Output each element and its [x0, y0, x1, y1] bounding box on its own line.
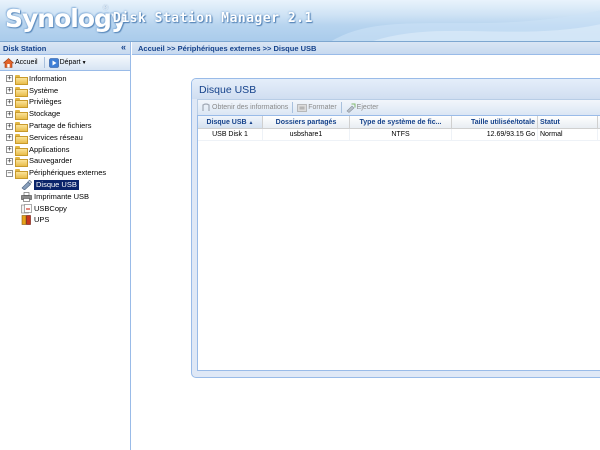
- panel-toolbar: Obtenir des informations Formater Ejecte…: [197, 99, 600, 115]
- tree-item-disque-usb[interactable]: Disque USB: [0, 179, 130, 191]
- table-row[interactable]: USB Disk 1 usbshare1 NTFS 12.69/93.15 Go…: [198, 129, 600, 141]
- sidebar-title-text: Disk Station: [3, 44, 47, 53]
- folder-icon: [15, 122, 28, 133]
- expand-icon[interactable]: +: [6, 110, 13, 118]
- tree-item-stockage[interactable]: + Stockage: [0, 108, 130, 121]
- tree-item-systeme[interactable]: + Système: [0, 85, 130, 97]
- folder-icon: [15, 86, 28, 97]
- get-info-button[interactable]: Obtenir des informations: [201, 102, 289, 113]
- tree-item-applications[interactable]: + Applications: [0, 144, 130, 156]
- expand-icon[interactable]: +: [6, 134, 13, 142]
- column-header-taille[interactable]: Taille utilisée/totale: [452, 116, 538, 128]
- column-header-label: Disque USB: [206, 119, 247, 126]
- expand-icon[interactable]: +: [6, 87, 13, 95]
- cell-status: Normal: [538, 129, 598, 140]
- tree-item-services[interactable]: + Services réseau: [0, 132, 130, 144]
- folder-icon: [15, 98, 28, 109]
- tree-item-label: Information: [29, 73, 67, 83]
- column-header-type[interactable]: Type de système de fic...: [350, 116, 452, 128]
- app-header: Synology ® Disk Station Manager 2.1: [0, 0, 600, 42]
- tree-item-ups[interactable]: UPS: [0, 215, 130, 227]
- app-title: Disk Station Manager 2.1: [113, 11, 313, 26]
- tree-item-peripheriques[interactable]: − Périphériques externes: [0, 167, 130, 180]
- folder-icon: [15, 74, 28, 85]
- ups-battery-icon: [21, 215, 31, 226]
- format-button[interactable]: Formater: [297, 103, 337, 113]
- collapse-icon[interactable]: −: [6, 169, 13, 177]
- folder-icon: [15, 157, 28, 168]
- expand-icon[interactable]: +: [6, 75, 13, 83]
- tree-item-label: Partage de fichiers: [29, 121, 92, 131]
- get-info-label: Obtenir des informations: [212, 104, 289, 111]
- tree-item-label: Système: [29, 85, 59, 95]
- tree-item-label: Disque USB: [34, 180, 79, 191]
- breadcrumb: Accueil >> Périphériques externes >> Dis…: [132, 42, 600, 55]
- navigation-tree: + Information + Système + Privilèges + S…: [0, 71, 130, 226]
- toolbar-separator: [292, 102, 294, 113]
- cell-shared-folder: usbshare1: [263, 129, 350, 140]
- tree-item-sauvegarder[interactable]: + Sauvegarder: [0, 156, 130, 168]
- cell-disk: USB Disk 1: [198, 129, 263, 140]
- tree-item-label: Services réseau: [29, 132, 83, 142]
- collapse-sidebar-icon[interactable]: «: [121, 42, 126, 52]
- expand-icon[interactable]: +: [6, 122, 13, 130]
- tree-item-partage[interactable]: + Partage de fichiers: [0, 120, 130, 133]
- home-button-label: Accueil: [15, 59, 38, 66]
- column-header-dossiers[interactable]: Dossiers partagés: [263, 116, 350, 128]
- sidebar: Disk Station « Accueil Départ ▼ + Inform…: [0, 42, 131, 450]
- start-button-label: Départ: [59, 59, 81, 66]
- tree-item-imprimante-usb[interactable]: Imprimante USB: [0, 191, 130, 203]
- expand-icon[interactable]: +: [6, 157, 13, 165]
- registered-mark: ®: [103, 5, 109, 12]
- panel-title: Disque USB: [192, 79, 600, 99]
- grid-header: Disque USB ▲ Dossiers partagés Type de s…: [198, 116, 600, 129]
- start-dropdown-icon[interactable]: ▼: [82, 60, 87, 66]
- tree-item-usbcopy[interactable]: USBCopy: [0, 203, 130, 215]
- eject-button[interactable]: Ejecter: [346, 103, 379, 113]
- cell-size: 12.69/93.15 Go: [452, 129, 538, 140]
- play-icon: [48, 57, 59, 68]
- home-icon: [3, 57, 14, 68]
- main-content: Accueil >> Périphériques externes >> Dis…: [132, 42, 600, 450]
- tree-item-label: Périphériques externes: [29, 168, 107, 178]
- eject-label: Ejecter: [356, 104, 379, 111]
- usb-disk-icon: [21, 180, 32, 191]
- sidebar-title: Disk Station «: [0, 42, 130, 55]
- sidebar-toolbar: Accueil Départ ▼: [0, 55, 130, 71]
- eject-icon: [346, 103, 356, 113]
- tree-item-privileges[interactable]: + Privilèges: [0, 97, 130, 109]
- tree-item-label: Imprimante USB: [34, 191, 90, 201]
- format-icon: [297, 103, 308, 112]
- toolbar-separator: [340, 102, 342, 113]
- cell-filesystem: NTFS: [350, 129, 452, 140]
- tree-item-label: Stockage: [29, 109, 61, 119]
- tree-item-information[interactable]: + Information: [0, 73, 130, 85]
- tree-item-label: UPS: [34, 215, 50, 225]
- expand-icon[interactable]: +: [6, 146, 13, 154]
- tree-item-label: Privilèges: [29, 97, 62, 107]
- toolbar-separator: [43, 57, 45, 68]
- folder-icon: [15, 110, 28, 121]
- home-button[interactable]: Accueil: [3, 57, 38, 68]
- printer-icon: [21, 192, 32, 202]
- expand-icon[interactable]: +: [6, 98, 13, 106]
- folder-icon: [15, 145, 28, 156]
- sort-ascending-icon: ▲: [248, 120, 254, 126]
- info-icon: [202, 102, 210, 111]
- folder-icon: [15, 133, 28, 144]
- usb-disk-grid: Disque USB ▲ Dossiers partagés Type de s…: [197, 115, 600, 371]
- format-label: Formater: [308, 104, 337, 111]
- tree-item-label: Applications: [29, 144, 70, 154]
- start-button[interactable]: Départ ▼: [48, 57, 87, 68]
- column-header-statut[interactable]: Statut: [538, 116, 598, 128]
- usb-disk-panel: Disque USB Obtenir des informations Form…: [191, 78, 600, 378]
- open-folder-icon: [15, 169, 28, 180]
- tree-item-label: USBCopy: [34, 203, 67, 213]
- column-header-disque-usb[interactable]: Disque USB ▲: [198, 116, 263, 128]
- header-wave-decoration: [330, 10, 600, 42]
- usb-copy-icon: [21, 203, 32, 213]
- tree-item-label: Sauvegarder: [29, 156, 72, 166]
